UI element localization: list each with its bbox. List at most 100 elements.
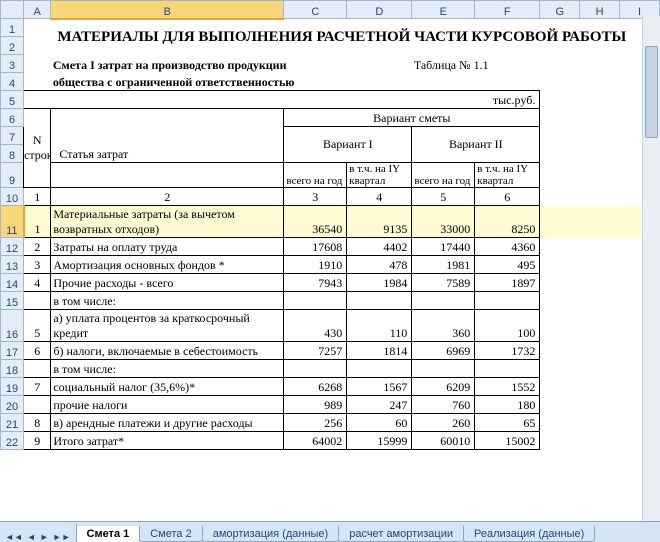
cell[interactable]: 760 — [412, 396, 475, 414]
cell[interactable] — [412, 360, 475, 378]
cell[interactable]: 36540 — [284, 206, 347, 238]
cell[interactable]: 6268 — [284, 378, 347, 396]
col-F[interactable]: F — [475, 1, 540, 19]
cell[interactable]: 15002 — [475, 432, 540, 450]
row-header[interactable]: 14 — [1, 274, 24, 292]
cell[interactable]: 7589 — [412, 274, 475, 292]
row-header[interactable]: 21 — [1, 414, 24, 432]
row-header[interactable]: 10 — [1, 188, 24, 206]
cell[interactable]: 1814 — [347, 342, 412, 360]
row-header[interactable]: 4 — [1, 73, 24, 91]
row-n: 8 — [24, 414, 51, 432]
row-header[interactable]: 18 — [1, 360, 24, 378]
cell[interactable]: 1552 — [475, 378, 540, 396]
row-header[interactable]: 12 — [1, 238, 24, 256]
row-header[interactable]: 2 — [1, 37, 24, 55]
cell[interactable] — [284, 292, 347, 310]
sheet-tab[interactable]: Смета 1 — [76, 526, 141, 542]
row-header[interactable]: 17 — [1, 342, 24, 360]
cell[interactable]: 430 — [284, 310, 347, 342]
row-n: 9 — [24, 432, 51, 450]
cell[interactable]: 1897 — [475, 274, 540, 292]
row-n — [24, 360, 51, 378]
select-all-corner[interactable] — [1, 1, 24, 19]
row-header[interactable]: 15 — [1, 292, 24, 310]
row-n: 5 — [24, 310, 51, 342]
tab-first-icon[interactable]: ◄◄ — [4, 532, 24, 542]
row-header[interactable]: 22 — [1, 432, 24, 450]
cell[interactable]: 989 — [284, 396, 347, 414]
cell[interactable]: 8250 — [475, 206, 540, 238]
cell[interactable] — [347, 360, 412, 378]
cell[interactable]: 180 — [475, 396, 540, 414]
cell[interactable]: 4402 — [347, 238, 412, 256]
sheet-tab[interactable]: Смета 2 — [139, 526, 202, 542]
row-header[interactable]: 13 — [1, 256, 24, 274]
cell[interactable]: 33000 — [412, 206, 475, 238]
scroll-thumb[interactable] — [645, 46, 658, 138]
tab-nav-buttons[interactable]: ◄◄ ◄ ► ►► — [0, 532, 76, 542]
cell[interactable]: 1984 — [347, 274, 412, 292]
sheet-tab[interactable]: Реализация (данные) — [463, 526, 595, 542]
row-header[interactable]: 1 — [1, 19, 24, 37]
row-header[interactable]: 19 — [1, 378, 24, 396]
cell[interactable]: 478 — [347, 256, 412, 274]
tab-last-icon[interactable]: ►► — [52, 532, 72, 542]
cell[interactable]: 360 — [412, 310, 475, 342]
cell[interactable]: 247 — [347, 396, 412, 414]
cell[interactable]: 60 — [347, 414, 412, 432]
cell[interactable]: 100 — [475, 310, 540, 342]
cell[interactable]: 17440 — [412, 238, 475, 256]
col-G[interactable]: G — [540, 1, 580, 19]
cell[interactable] — [475, 360, 540, 378]
col-C[interactable]: C — [284, 1, 347, 19]
col-B[interactable]: B — [51, 1, 284, 19]
hdr-variant: Вариант сметы — [284, 109, 540, 127]
cell[interactable] — [412, 292, 475, 310]
row-n: 3 — [24, 256, 51, 274]
cell[interactable]: 110 — [347, 310, 412, 342]
cell[interactable] — [284, 360, 347, 378]
column-header-row[interactable]: A B C D E F G H I — [1, 1, 660, 19]
row-header[interactable]: 5 — [1, 91, 24, 109]
cell[interactable]: 495 — [475, 256, 540, 274]
vertical-scrollbar[interactable] — [642, 16, 660, 522]
cell[interactable]: 6969 — [412, 342, 475, 360]
cell[interactable]: 9135 — [347, 206, 412, 238]
cell[interactable]: 1981 — [412, 256, 475, 274]
col-D[interactable]: D — [347, 1, 412, 19]
col-H[interactable]: H — [580, 1, 620, 19]
grid[interactable]: A B C D E F G H I 1 МАТЕРИАЛЫ ДЛЯ ВЫПОЛН… — [0, 0, 660, 450]
cell[interactable]: 7943 — [284, 274, 347, 292]
cell[interactable]: 65 — [475, 414, 540, 432]
row-header[interactable]: 7 — [1, 127, 24, 145]
cell[interactable]: 1732 — [475, 342, 540, 360]
row-header[interactable]: 16 — [1, 310, 24, 342]
row-header[interactable]: 20 — [1, 396, 24, 414]
row-header[interactable]: 9 — [1, 163, 24, 188]
cell[interactable]: 15999 — [347, 432, 412, 450]
cell[interactable] — [475, 292, 540, 310]
cell[interactable]: 260 — [412, 414, 475, 432]
tab-next-icon[interactable]: ► — [39, 532, 50, 542]
col-A[interactable]: A — [24, 1, 51, 19]
tab-prev-icon[interactable]: ◄ — [26, 532, 37, 542]
cell[interactable]: 1910 — [284, 256, 347, 274]
row-header[interactable]: 6 — [1, 109, 24, 127]
row-n: 6 — [24, 342, 51, 360]
col-E[interactable]: E — [412, 1, 475, 19]
cell[interactable]: 60010 — [412, 432, 475, 450]
cell[interactable]: 6209 — [412, 378, 475, 396]
cell[interactable]: 17608 — [284, 238, 347, 256]
row-header[interactable]: 11 — [1, 206, 24, 238]
row-header[interactable]: 8 — [1, 145, 24, 163]
cell[interactable] — [347, 292, 412, 310]
sheet-tab[interactable]: амортизация (данные) — [202, 526, 340, 542]
row-header[interactable]: 3 — [1, 55, 24, 73]
cell[interactable]: 64002 — [284, 432, 347, 450]
cell[interactable]: 7257 — [284, 342, 347, 360]
cell[interactable]: 256 — [284, 414, 347, 432]
cell[interactable]: 1567 — [347, 378, 412, 396]
sheet-tab[interactable]: расчет амортизации — [338, 526, 464, 542]
cell[interactable]: 4360 — [475, 238, 540, 256]
